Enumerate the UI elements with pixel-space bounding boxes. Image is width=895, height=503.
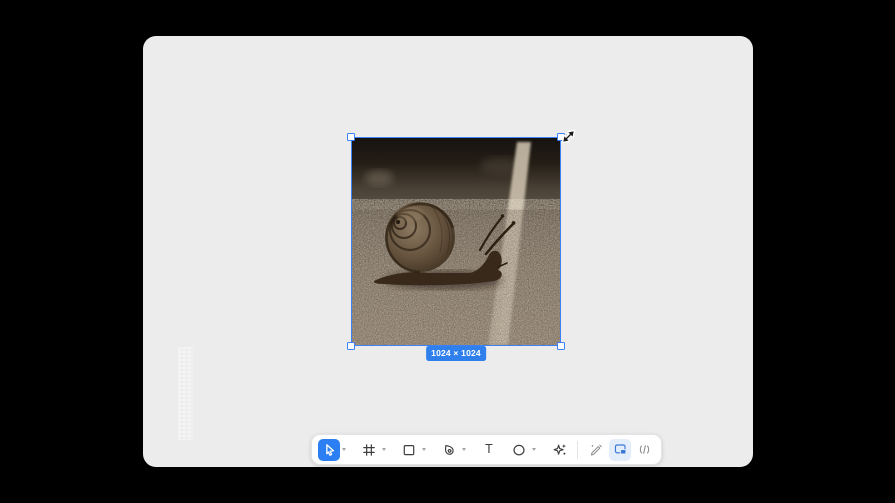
board-icon — [614, 444, 626, 455]
ellipse-tool-dropdown[interactable] — [532, 448, 536, 451]
code-icon — [639, 445, 649, 454]
pen-tool-dropdown[interactable] — [462, 448, 466, 451]
design-mode-button[interactable] — [609, 438, 631, 461]
frame-icon — [363, 443, 375, 456]
resize-handle-top-left[interactable] — [347, 133, 355, 141]
ellipse-icon — [513, 444, 525, 455]
select-tool-button[interactable] — [318, 438, 340, 461]
resize-cursor — [561, 129, 576, 144]
toolbar-divider — [577, 440, 578, 459]
faint-watermark — [178, 347, 193, 440]
sparkle-icon — [553, 444, 566, 455]
resize-handle-bottom-right[interactable] — [557, 342, 565, 350]
app-background: 1024 × 1024 T — [0, 0, 895, 503]
cursor-icon — [325, 444, 334, 456]
dimensions-badge: 1024 × 1024 — [426, 346, 486, 361]
ellipse-tool-button[interactable] — [508, 439, 530, 461]
code-mode-button[interactable] — [633, 439, 655, 461]
design-canvas[interactable]: 1024 × 1024 T — [143, 36, 753, 467]
toolbar: T — [311, 434, 662, 465]
text-tool-button[interactable]: T — [478, 439, 500, 461]
ai-sparkle-tool-button[interactable] — [548, 439, 570, 461]
selected-image[interactable] — [347, 133, 565, 350]
rectangle-tool-button[interactable] — [398, 439, 420, 461]
frame-tool-dropdown[interactable] — [382, 448, 386, 451]
mode-toggle-group — [585, 438, 655, 461]
resize-handle-bottom-left[interactable] — [347, 342, 355, 350]
rectangle-tool-dropdown[interactable] — [422, 448, 426, 451]
rectangle-icon — [403, 444, 415, 455]
pen-nib-icon — [444, 444, 454, 455]
frame-tool-button[interactable] — [358, 439, 380, 461]
pen-tool-button[interactable] — [438, 439, 460, 461]
snail-photo — [352, 138, 560, 345]
draw-mode-button[interactable] — [585, 439, 607, 461]
select-tool-dropdown[interactable] — [342, 448, 346, 451]
magic-pencil-icon — [590, 444, 602, 456]
